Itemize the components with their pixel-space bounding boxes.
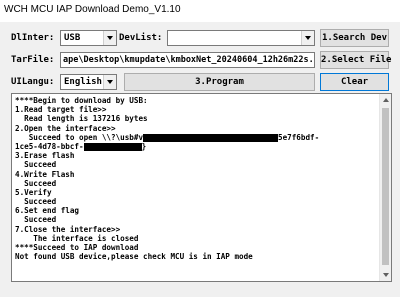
log-line: 7.Close the interface>> xyxy=(15,224,121,234)
log-line: The interface is closed xyxy=(15,233,139,243)
uilangu-label: UILangu: xyxy=(11,77,55,87)
search-dev-button[interactable]: 1.Search Dev xyxy=(320,29,389,47)
log-line: 2.Open the interface>> xyxy=(15,123,116,133)
tarfile-field[interactable]: ape\Desktop\kmupdate\kmboxNet_20240604_1… xyxy=(60,52,315,68)
log-line: 6.Set end flag xyxy=(15,206,80,216)
dlinter-select[interactable]: USB xyxy=(60,30,117,46)
chevron-down-icon xyxy=(107,36,113,40)
log-lines: ****Begin to download by USB: 1.Read tar… xyxy=(15,96,375,261)
chevron-down-icon xyxy=(305,36,311,40)
log-line: ****Begin to download by USB: xyxy=(15,96,148,105)
uilangu-value: English xyxy=(64,77,102,87)
log-vertical-scrollbar[interactable] xyxy=(379,94,391,281)
devlist-select[interactable] xyxy=(167,30,315,46)
log-line: Not found USB device,please check MCU is… xyxy=(15,252,253,262)
redaction-bar xyxy=(83,142,142,151)
clear-button[interactable]: Clear xyxy=(320,73,389,91)
devlist-dropdown-button[interactable] xyxy=(301,31,314,45)
log-line: Succeed xyxy=(15,197,57,207)
app-window: WCH MCU IAP Download Demo_V1.10 DlInter:… xyxy=(0,0,400,297)
tarfile-value: ape\Desktop\kmupdate\kmboxNet_20240604_1… xyxy=(63,55,315,65)
scrollbar-thumb[interactable] xyxy=(382,108,389,265)
log-line: 1ce5-4d78-bbcf-} xyxy=(15,141,147,151)
dlinter-dropdown-button[interactable] xyxy=(103,31,116,45)
log-line: 5.Verify xyxy=(15,187,52,197)
log-line: Succeed xyxy=(15,160,57,170)
log-line: ****Succeed to IAP download xyxy=(15,243,139,252)
log-line: Succeed to open \\?\usb#v 5e7f6bdf- xyxy=(15,132,320,142)
log-line: 3.Erase flash xyxy=(15,151,75,161)
uilangu-dropdown-button[interactable] xyxy=(103,75,116,89)
program-button[interactable]: 3.Program xyxy=(124,73,315,91)
scroll-up-icon[interactable] xyxy=(383,98,389,102)
dlinter-value: USB xyxy=(64,33,81,43)
log-line: 1.Read target file>> xyxy=(15,105,107,115)
tarfile-label: TarFile: xyxy=(11,55,55,65)
log-line: 4.Write Flash xyxy=(15,169,75,179)
log-output[interactable]: ****Begin to download by USB: 1.Read tar… xyxy=(11,93,392,282)
log-line: Succeed xyxy=(15,178,57,188)
log-line: Read length is 137216 bytes xyxy=(15,114,148,124)
dlinter-label: DlInter: xyxy=(11,33,55,43)
select-file-button[interactable]: 2.Select File xyxy=(320,51,391,69)
chevron-down-icon xyxy=(107,80,113,84)
log-line: Succeed xyxy=(15,215,57,225)
redaction-bar xyxy=(143,133,279,142)
devlist-label: DevList: xyxy=(119,33,163,43)
uilangu-select[interactable]: English xyxy=(60,74,117,90)
scroll-down-icon[interactable] xyxy=(383,273,389,277)
window-title: WCH MCU IAP Download Demo_V1.10 xyxy=(4,4,181,15)
title-bar: WCH MCU IAP Download Demo_V1.10 xyxy=(0,0,400,22)
